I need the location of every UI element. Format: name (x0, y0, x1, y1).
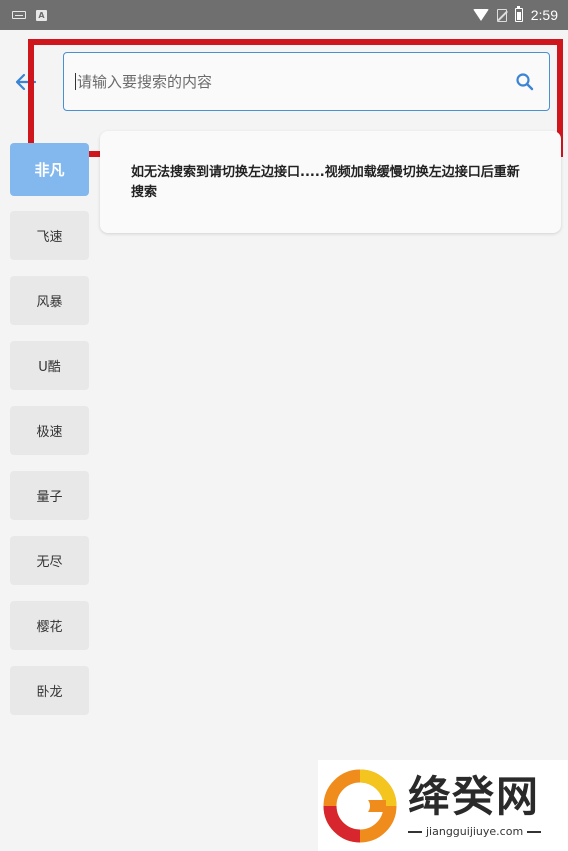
source-tab-liangzi[interactable]: 量子 (10, 471, 89, 520)
wifi-icon (472, 9, 489, 21)
notice-text: 如无法搜索到请切换左边接口.....视频加载缓慢切换左边接口后重新搜索 (131, 165, 520, 200)
battery-icon (514, 6, 523, 22)
search-button[interactable] (515, 72, 535, 92)
notice-card: 如无法搜索到请切换左边接口.....视频加载缓慢切换左边接口后重新搜索 (100, 131, 561, 233)
watermark-dash-left (408, 830, 422, 833)
search-input[interactable] (76, 66, 496, 97)
source-tab-wolong[interactable]: 卧龙 (10, 666, 89, 715)
source-tab-feifan[interactable]: 非凡 (10, 143, 89, 196)
magnifier-icon (516, 73, 534, 91)
source-tab-jisu[interactable]: 极速 (10, 406, 89, 455)
watermark-title: 绛癸网 (408, 772, 541, 821)
watermark-url: jiangguijiuye.com (426, 825, 524, 838)
status-bar: A 2:59 (0, 0, 568, 30)
no-sim-icon (496, 8, 507, 22)
keyboard-icon (12, 11, 26, 19)
arrow-left-icon (15, 73, 37, 91)
source-list: 非凡 飞速 风暴 U酷 极速 量子 无尽 樱花 卧龙 (10, 143, 89, 731)
notification-a-icon: A (36, 9, 47, 21)
watermark-dash-right (527, 830, 542, 833)
source-tab-wujin[interactable]: 无尽 (10, 536, 89, 585)
source-tab-feisu[interactable]: 飞速 (10, 211, 89, 260)
back-button[interactable] (14, 72, 38, 92)
status-time: 2:59 (530, 7, 558, 23)
search-bar (63, 52, 550, 111)
watermark: 绛癸网 jiangguijiuye.com (318, 760, 568, 851)
source-tab-uku[interactable]: U酷 (10, 341, 89, 390)
source-tab-yinghua[interactable]: 樱花 (10, 601, 89, 650)
brand-logo-icon (323, 769, 397, 842)
source-tab-fengbao[interactable]: 风暴 (10, 276, 89, 325)
